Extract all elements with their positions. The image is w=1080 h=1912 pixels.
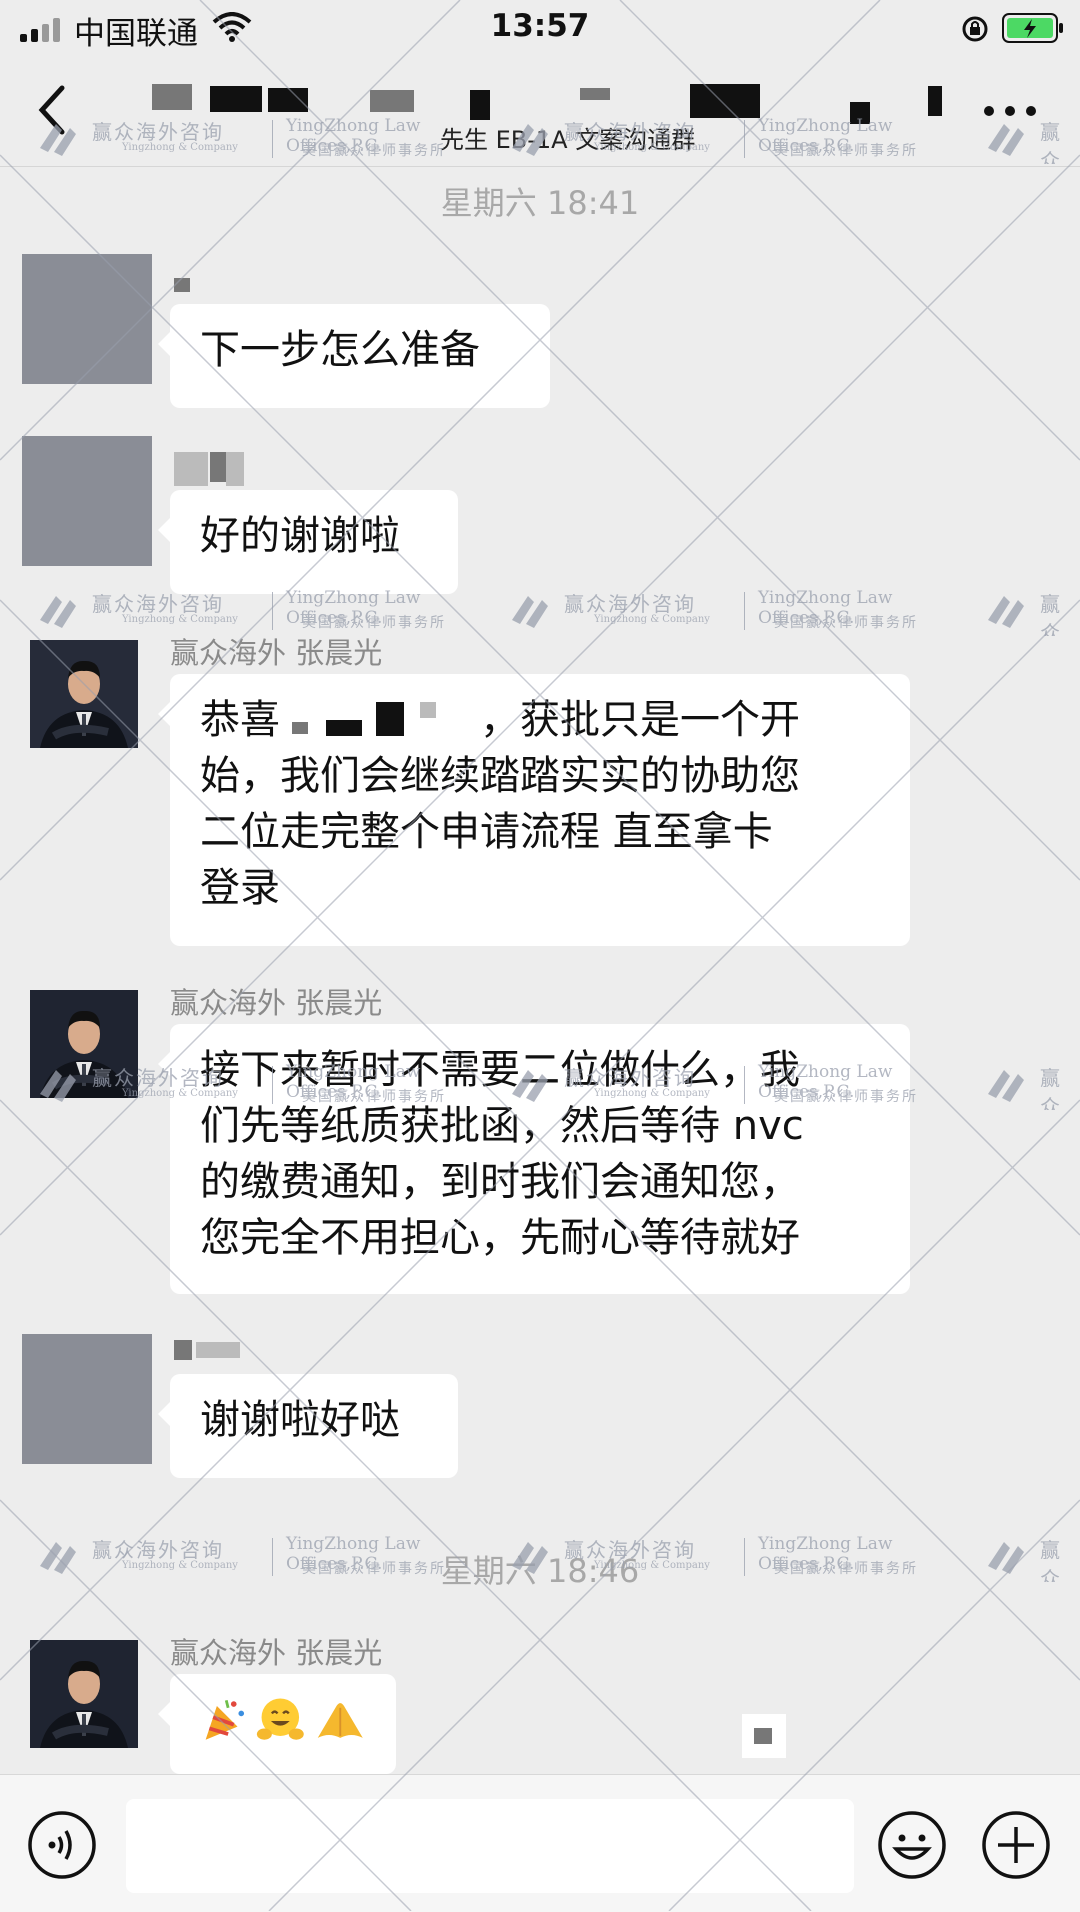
avatar[interactable] [22, 436, 152, 566]
message-text-line: 们先等纸质获批函，然后等待 nvc [200, 1103, 804, 1149]
watermark-en-sub: 美国赢众律师事务所 [302, 615, 446, 631]
agent-avatar[interactable] [30, 1640, 138, 1748]
watermark-en: YingZhong Law Offices,P.C. [286, 588, 421, 628]
agent-avatar[interactable] [30, 640, 138, 748]
message-bubble[interactable]: 谢谢啦好哒 [158, 1374, 458, 1478]
sender-name: 赢众海外 张晨光 [170, 636, 383, 670]
message-text-line: ，获批只是一个开 [480, 697, 800, 743]
watermark-diagonal-lines [0, 0, 1080, 1911]
watermark-cn: 赢众海外咨询 [1040, 1066, 1062, 1110]
back-chevron-icon[interactable] [28, 80, 78, 140]
watermark-cn: 赢众海外咨询 [1040, 592, 1062, 636]
message-text: 谢谢啦好哒 [200, 1397, 400, 1443]
voice-input-icon[interactable] [26, 1809, 98, 1881]
avatar[interactable] [22, 1334, 152, 1464]
chat-title: 先生 EB-1A 文案沟通群 [440, 126, 696, 154]
watermark-cn-sub: Yingzhong & Company [594, 614, 710, 625]
redacted-name-mosaic [280, 702, 480, 742]
agent-avatar[interactable] [30, 990, 138, 1098]
sender-name: 赢众海外 张晨光 [170, 1636, 383, 1670]
message-text-line: 二位走完整个申请流程 直至拿卡 [200, 809, 773, 855]
watermark-cn: 赢众海外咨询 [564, 592, 696, 616]
sender-name-redacted [174, 278, 190, 292]
message-text-line: 恭喜 [200, 697, 280, 743]
battery-icon [1002, 13, 1063, 43]
message-text-line: 始，我们会继续踏踏实实的协助您 [200, 753, 800, 799]
hugging-face-icon [256, 1698, 304, 1740]
message-bubble[interactable] [158, 1674, 396, 1774]
raised-hands-icon [317, 1703, 363, 1738]
message-bubble[interactable]: 好的谢谢啦 [158, 490, 458, 594]
message-timestamp: 星期六 18:41 [440, 184, 640, 222]
message-timestamp: 星期六 18:46 [440, 1552, 640, 1590]
avatar[interactable] [22, 254, 152, 384]
message-bubble[interactable]: 下一步怎么准备 [158, 304, 550, 408]
emoji-smiley-icon[interactable] [876, 1809, 948, 1881]
watermark-en: YingZhong Law Offices,P.C. [758, 588, 893, 628]
watermark-logo-icon [40, 596, 76, 628]
message-text-line: 您完全不用担心，先耐心等待就好 [200, 1215, 800, 1261]
status-time: 13:57 [490, 8, 590, 44]
more-options-button[interactable] [980, 100, 1040, 124]
watermark-cn-sub: Yingzhong & Company [122, 614, 238, 625]
plus-icon[interactable] [980, 1809, 1052, 1881]
chat-header: 先生 EB-1A 文案沟通群 [0, 56, 1080, 167]
watermark-overlay: 赢众海外咨询 Yingzhong & Company YingZhong Law… [0, 0, 1080, 1911]
message-text: 下一步怎么准备 [200, 327, 480, 373]
message-text-line: 登录 [200, 865, 280, 911]
message-text: 好的谢谢啦 [200, 513, 400, 559]
rotation-lock-icon [962, 16, 988, 42]
watermark-logo-icon [512, 596, 548, 628]
watermark-logo-icon [988, 596, 1024, 628]
message-bubble[interactable]: 恭喜 ，获批只是一个开 始，我们会继续踏踏实实的协助您 二位走完整个申请流程 直至… [158, 674, 910, 946]
emoji-row [200, 1692, 366, 1748]
redacted-square [742, 1714, 786, 1758]
sender-name: 赢众海外 张晨光 [170, 986, 383, 1020]
watermark-en-sub: 美国赢众律师事务所 [774, 615, 918, 631]
message-input[interactable] [126, 1799, 854, 1893]
watermark-logo-icon [988, 1070, 1024, 1102]
input-bar [0, 1774, 1080, 1912]
status-bar: 中国联通 13:57 [0, 0, 1080, 56]
party-popper-icon [205, 1699, 245, 1740]
message-text-line: 的缴费通知，到时我们会通知您， [200, 1159, 800, 1205]
watermark-row: 赢众海外咨询 Yingzhong & Company YingZhong Law… [0, 586, 1080, 636]
message-text-line: 接下来暂时不需要二位做什么，我 [200, 1047, 800, 1093]
message-bubble[interactable]: 接下来暂时不需要二位做什么，我 们先等纸质获批函，然后等待 nvc 的缴费通知，… [158, 1024, 910, 1294]
